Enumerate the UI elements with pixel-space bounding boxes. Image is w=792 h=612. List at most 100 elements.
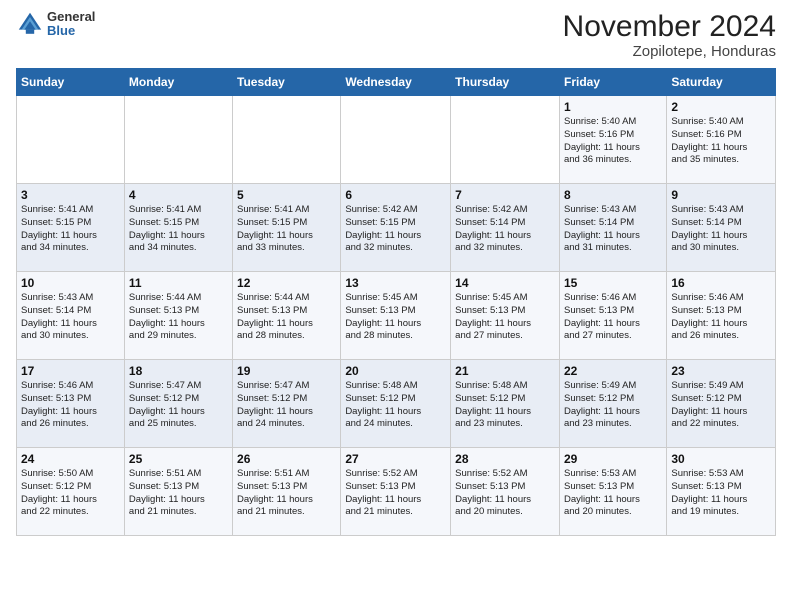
calendar-day-cell (17, 96, 125, 184)
day-info: Sunrise: 5:53 AM Sunset: 5:13 PM Dayligh… (564, 468, 662, 519)
calendar-day-cell: 9 Sunrise: 5:43 AM Sunset: 5:14 PM Daylig… (667, 184, 776, 272)
day-number: 9 (671, 188, 771, 202)
calendar-header-row: SundayMondayTuesdayWednesdayThursdayFrid… (17, 69, 776, 96)
day-number: 4 (129, 188, 228, 202)
day-number: 1 (564, 100, 662, 114)
day-info: Sunrise: 5:53 AM Sunset: 5:13 PM Dayligh… (671, 468, 771, 519)
calendar-day-cell: 10 Sunrise: 5:43 AM Sunset: 5:14 PM Dayli… (17, 272, 125, 360)
calendar-day-cell: 8 Sunrise: 5:43 AM Sunset: 5:14 PM Daylig… (559, 184, 666, 272)
calendar-day-cell: 1 Sunrise: 5:40 AM Sunset: 5:16 PM Daylig… (559, 96, 666, 184)
calendar-day-cell: 24 Sunrise: 5:50 AM Sunset: 5:12 PM Dayli… (17, 448, 125, 536)
day-info: Sunrise: 5:48 AM Sunset: 5:12 PM Dayligh… (345, 380, 446, 431)
logo-general: General (47, 10, 95, 24)
day-number: 21 (455, 364, 555, 378)
day-info: Sunrise: 5:43 AM Sunset: 5:14 PM Dayligh… (671, 204, 771, 255)
calendar-day-cell: 21 Sunrise: 5:48 AM Sunset: 5:12 PM Dayli… (451, 360, 560, 448)
day-info: Sunrise: 5:49 AM Sunset: 5:12 PM Dayligh… (564, 380, 662, 431)
calendar-day-cell: 17Sunrise: 5:46 AM Sunset: 5:13 PM Dayli… (17, 360, 125, 448)
day-info: Sunrise: 5:47 AM Sunset: 5:12 PM Dayligh… (237, 380, 336, 431)
calendar-header-cell: Sunday (17, 69, 125, 96)
day-number: 26 (237, 452, 336, 466)
calendar-body: 1 Sunrise: 5:40 AM Sunset: 5:16 PM Daylig… (17, 96, 776, 536)
calendar-day-cell: 11Sunrise: 5:44 AM Sunset: 5:13 PM Dayli… (124, 272, 232, 360)
day-info: Sunrise: 5:42 AM Sunset: 5:15 PM Dayligh… (345, 204, 446, 255)
calendar-day-cell: 22 Sunrise: 5:49 AM Sunset: 5:12 PM Dayli… (559, 360, 666, 448)
day-number: 3 (21, 188, 120, 202)
day-number: 28 (455, 452, 555, 466)
calendar-day-cell: 7 Sunrise: 5:42 AM Sunset: 5:14 PM Daylig… (451, 184, 560, 272)
day-number: 10 (21, 276, 120, 290)
day-number: 19 (237, 364, 336, 378)
calendar-day-cell: 27 Sunrise: 5:52 AM Sunset: 5:13 PM Dayli… (341, 448, 451, 536)
day-number: 15 (564, 276, 662, 290)
day-info: Sunrise: 5:43 AM Sunset: 5:14 PM Dayligh… (21, 292, 120, 343)
calendar-header-cell: Saturday (667, 69, 776, 96)
calendar-day-cell: 2Sunrise: 5:40 AM Sunset: 5:16 PM Daylig… (667, 96, 776, 184)
page-subtitle: Zopilotepe, Honduras (563, 43, 776, 60)
calendar-day-cell: 23Sunrise: 5:49 AM Sunset: 5:12 PM Dayli… (667, 360, 776, 448)
day-number: 23 (671, 364, 771, 378)
calendar-day-cell: 19 Sunrise: 5:47 AM Sunset: 5:12 PM Dayli… (233, 360, 341, 448)
day-info: Sunrise: 5:46 AM Sunset: 5:13 PM Dayligh… (671, 292, 771, 343)
calendar-day-cell: 15 Sunrise: 5:46 AM Sunset: 5:13 PM Dayli… (559, 272, 666, 360)
day-info: Sunrise: 5:52 AM Sunset: 5:13 PM Dayligh… (455, 468, 555, 519)
day-number: 12 (237, 276, 336, 290)
calendar-week-row: 3 Sunrise: 5:41 AM Sunset: 5:15 PM Daylig… (17, 184, 776, 272)
calendar-header: SundayMondayTuesdayWednesdayThursdayFrid… (17, 69, 776, 96)
calendar-day-cell: 28 Sunrise: 5:52 AM Sunset: 5:13 PM Dayli… (451, 448, 560, 536)
calendar-day-cell: 26Sunrise: 5:51 AM Sunset: 5:13 PM Dayli… (233, 448, 341, 536)
calendar-day-cell (124, 96, 232, 184)
day-info: Sunrise: 5:48 AM Sunset: 5:12 PM Dayligh… (455, 380, 555, 431)
day-info: Sunrise: 5:43 AM Sunset: 5:14 PM Dayligh… (564, 204, 662, 255)
day-info: Sunrise: 5:52 AM Sunset: 5:13 PM Dayligh… (345, 468, 446, 519)
day-info: Sunrise: 5:47 AM Sunset: 5:12 PM Dayligh… (129, 380, 228, 431)
day-info: Sunrise: 5:45 AM Sunset: 5:13 PM Dayligh… (455, 292, 555, 343)
day-info: Sunrise: 5:46 AM Sunset: 5:13 PM Dayligh… (564, 292, 662, 343)
day-info: Sunrise: 5:50 AM Sunset: 5:12 PM Dayligh… (21, 468, 120, 519)
day-info: Sunrise: 5:46 AM Sunset: 5:13 PM Dayligh… (21, 380, 120, 431)
calendar-week-row: 17Sunrise: 5:46 AM Sunset: 5:13 PM Dayli… (17, 360, 776, 448)
calendar-week-row: 1 Sunrise: 5:40 AM Sunset: 5:16 PM Daylig… (17, 96, 776, 184)
calendar-day-cell: 30 Sunrise: 5:53 AM Sunset: 5:13 PM Dayli… (667, 448, 776, 536)
calendar-day-cell: 5 Sunrise: 5:41 AM Sunset: 5:15 PM Daylig… (233, 184, 341, 272)
calendar-day-cell: 25Sunrise: 5:51 AM Sunset: 5:13 PM Dayli… (124, 448, 232, 536)
day-info: Sunrise: 5:44 AM Sunset: 5:13 PM Dayligh… (237, 292, 336, 343)
calendar-header-cell: Friday (559, 69, 666, 96)
calendar-day-cell: 14Sunrise: 5:45 AM Sunset: 5:13 PM Dayli… (451, 272, 560, 360)
logo: General Blue (16, 10, 95, 39)
logo-icon (16, 10, 44, 38)
day-number: 20 (345, 364, 446, 378)
day-number: 30 (671, 452, 771, 466)
day-number: 22 (564, 364, 662, 378)
calendar-week-row: 24 Sunrise: 5:50 AM Sunset: 5:12 PM Dayli… (17, 448, 776, 536)
day-number: 6 (345, 188, 446, 202)
day-info: Sunrise: 5:41 AM Sunset: 5:15 PM Dayligh… (129, 204, 228, 255)
calendar-week-row: 10 Sunrise: 5:43 AM Sunset: 5:14 PM Dayli… (17, 272, 776, 360)
day-info: Sunrise: 5:40 AM Sunset: 5:16 PM Dayligh… (671, 116, 771, 167)
day-info: Sunrise: 5:41 AM Sunset: 5:15 PM Dayligh… (237, 204, 336, 255)
day-info: Sunrise: 5:41 AM Sunset: 5:15 PM Dayligh… (21, 204, 120, 255)
day-info: Sunrise: 5:42 AM Sunset: 5:14 PM Dayligh… (455, 204, 555, 255)
calendar-header-cell: Wednesday (341, 69, 451, 96)
calendar-table: SundayMondayTuesdayWednesdayThursdayFrid… (16, 68, 776, 536)
page: General Blue November 2024 Zopilotepe, H… (0, 0, 792, 546)
header: General Blue November 2024 Zopilotepe, H… (16, 10, 776, 60)
day-number: 7 (455, 188, 555, 202)
calendar-day-cell: 29Sunrise: 5:53 AM Sunset: 5:13 PM Dayli… (559, 448, 666, 536)
day-number: 13 (345, 276, 446, 290)
calendar-day-cell: 4 Sunrise: 5:41 AM Sunset: 5:15 PM Daylig… (124, 184, 232, 272)
day-info: Sunrise: 5:51 AM Sunset: 5:13 PM Dayligh… (129, 468, 228, 519)
day-number: 24 (21, 452, 120, 466)
calendar-day-cell (451, 96, 560, 184)
calendar-day-cell: 18Sunrise: 5:47 AM Sunset: 5:12 PM Dayli… (124, 360, 232, 448)
day-info: Sunrise: 5:40 AM Sunset: 5:16 PM Dayligh… (564, 116, 662, 167)
calendar-day-cell: 13Sunrise: 5:45 AM Sunset: 5:13 PM Dayli… (341, 272, 451, 360)
calendar-day-cell: 12 Sunrise: 5:44 AM Sunset: 5:13 PM Dayli… (233, 272, 341, 360)
day-number: 27 (345, 452, 446, 466)
page-title: November 2024 (563, 10, 776, 43)
day-number: 8 (564, 188, 662, 202)
logo-text: General Blue (47, 10, 95, 39)
logo-blue: Blue (47, 24, 95, 38)
calendar-day-cell: 3 Sunrise: 5:41 AM Sunset: 5:15 PM Daylig… (17, 184, 125, 272)
day-number: 5 (237, 188, 336, 202)
